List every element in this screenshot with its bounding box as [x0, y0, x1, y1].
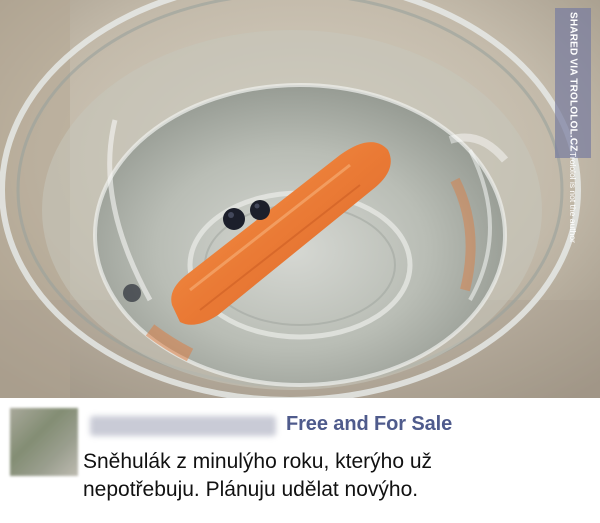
post-photo[interactable]: SHARED VIA TROLOLOL.CZ Trololol is not t… [0, 0, 600, 398]
author-name-redacted[interactable] [90, 416, 276, 436]
watermark-text: SHARED VIA TROLOLOL.CZ [567, 12, 579, 152]
post-message-line: nepotřebuju. Plánuju udělat novýho. [83, 478, 419, 501]
bowl-with-carrot-image [0, 0, 600, 398]
post-message-line: Sněhulák z minulýho roku, kterýho už [83, 450, 433, 473]
post-card: Free and For Sale Sněhulák z minulýho ro… [0, 398, 600, 523]
watermark: SHARED VIA TROLOLOL.CZ Trololol is not t… [555, 8, 591, 242]
watermark-subtext: Trololol is not the author [568, 151, 578, 243]
group-link[interactable]: Free and For Sale [286, 411, 452, 437]
avatar[interactable] [10, 408, 78, 476]
post-message: Sněhulák z minulýho roku, kterýho už nep… [83, 448, 432, 504]
